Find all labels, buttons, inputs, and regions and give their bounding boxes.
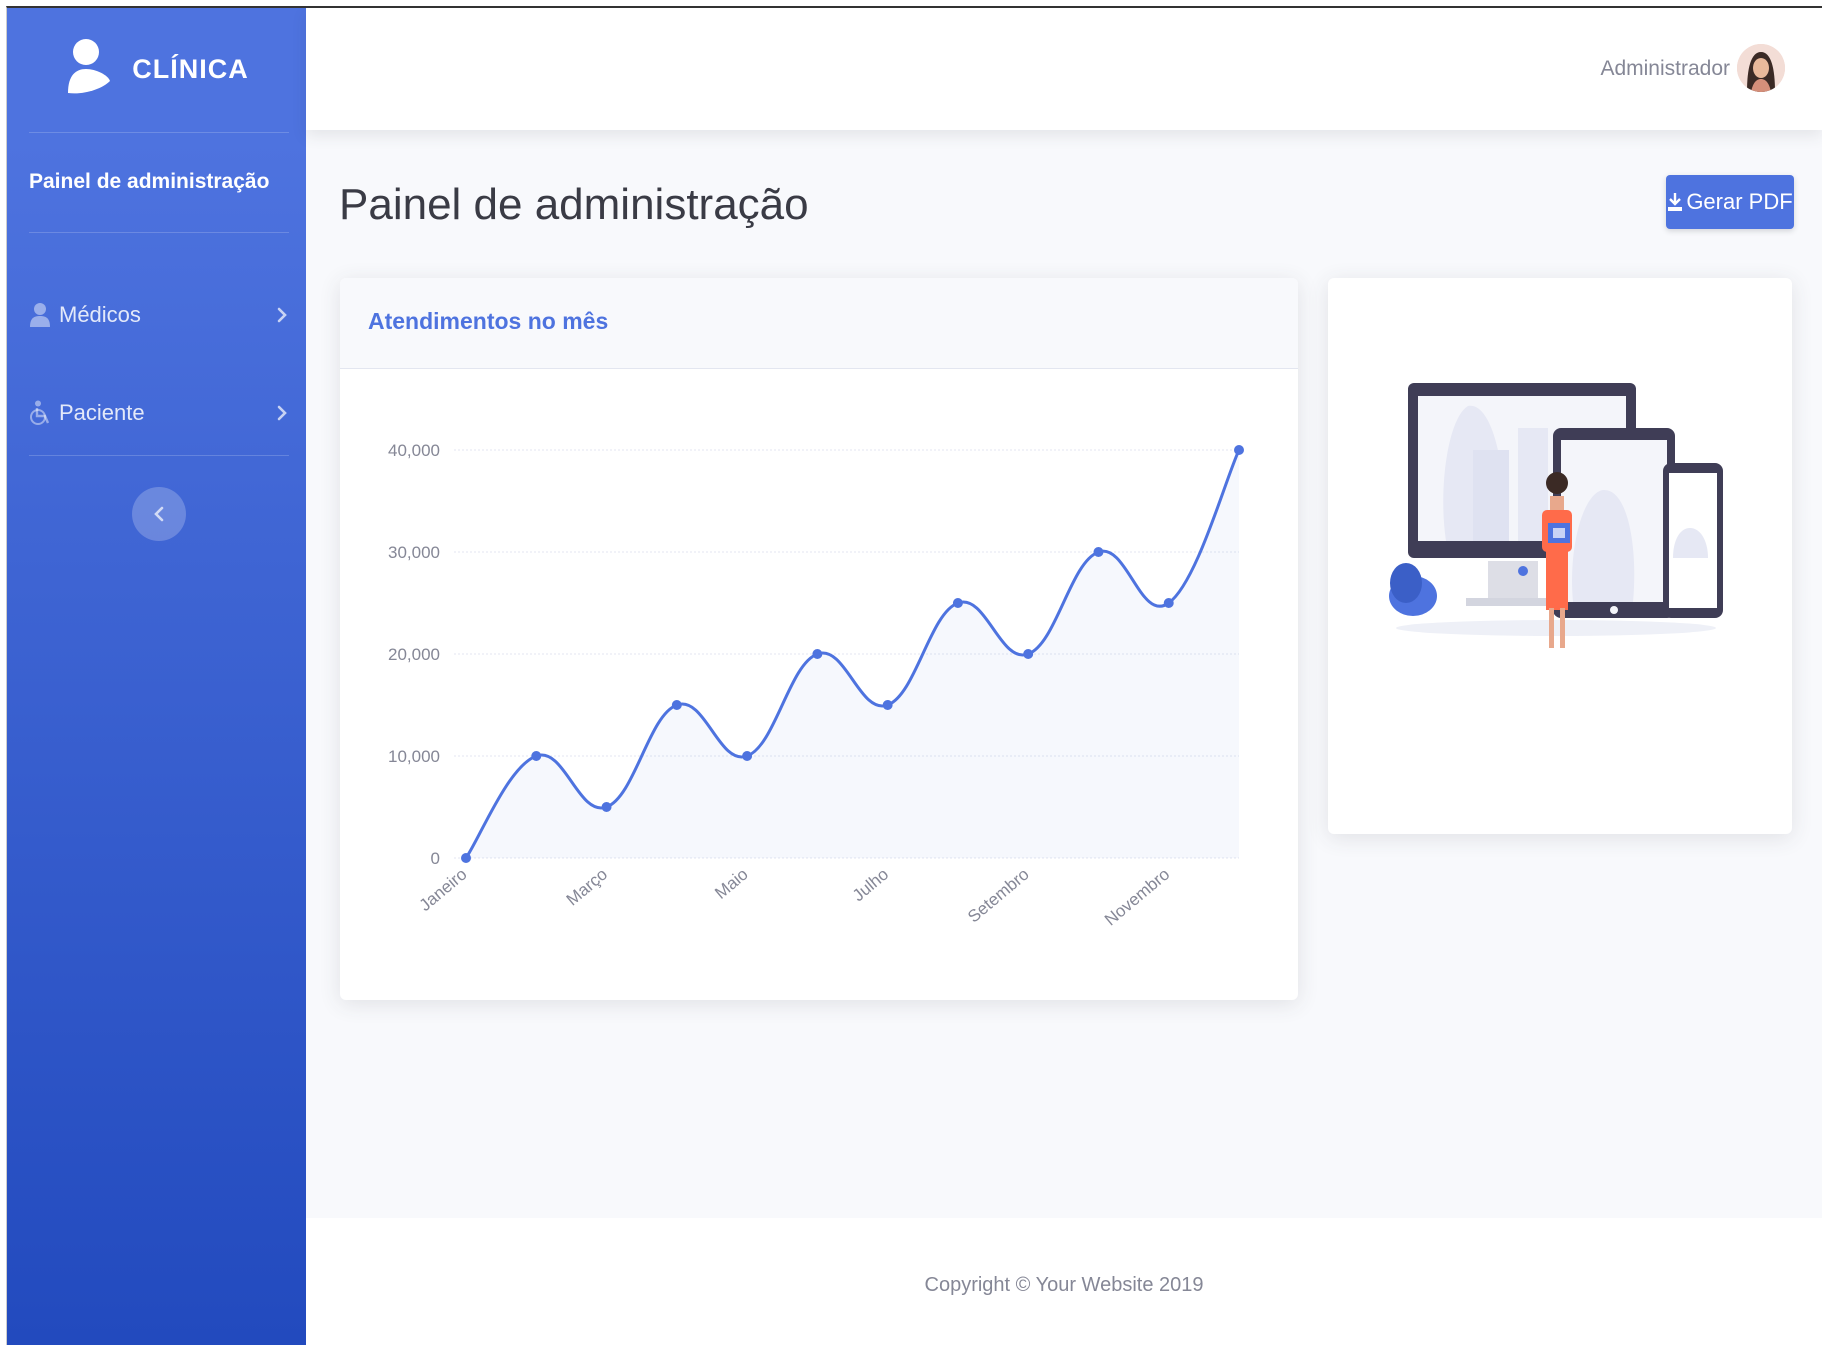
sidebar-divider — [29, 232, 289, 233]
data-point — [1093, 547, 1104, 557]
sidebar-item-label: Médicos — [59, 302, 141, 327]
sidebar-brand[interactable]: CLÍNICA — [7, 8, 306, 130]
user-name[interactable]: Administrador — [1600, 57, 1730, 81]
generate-pdf-label: Gerar PDF — [1686, 189, 1793, 214]
footer: Copyright © Your Website 2019 — [306, 1218, 1822, 1345]
data-point — [671, 700, 682, 710]
data-point — [742, 751, 753, 761]
sidebar-item-dashboard[interactable]: Painel de administração — [29, 170, 269, 194]
app-window: CLÍNICA Painel de administração Médicos … — [6, 6, 1822, 1345]
devices-illustration — [1389, 383, 1723, 648]
y-tick-label: 10,000 — [388, 747, 440, 766]
line-chart: 0 10,000 20,000 30,000 40,000 Janeiro Março Mai… — [388, 441, 1244, 930]
user-md-icon — [30, 303, 50, 327]
x-tick-label: Setembro — [964, 865, 1033, 927]
chevron-right-icon — [277, 405, 287, 421]
data-point — [1234, 445, 1244, 455]
x-tick-label: Maio — [711, 865, 751, 903]
sidebar: CLÍNICA Painel de administração Médicos … — [7, 8, 306, 1345]
data-point — [882, 700, 893, 710]
avatar[interactable] — [1737, 44, 1785, 92]
brand-name: CLÍNICA — [132, 53, 249, 84]
sidebar-divider — [29, 132, 289, 133]
y-tick-label: 20,000 — [388, 645, 440, 664]
x-tick-label: Março — [563, 865, 611, 910]
generate-pdf-button[interactable]: Gerar PDF — [1666, 175, 1794, 229]
x-tick-label: Julho — [849, 865, 892, 906]
sidebar-item-label: Paciente — [59, 400, 145, 425]
user-icon — [68, 39, 111, 94]
y-tick-label: 0 — [431, 849, 440, 868]
sidebar-item-medicos[interactable]: Médicos — [29, 295, 289, 335]
avatar-image — [1737, 44, 1785, 92]
illustration-card — [1328, 278, 1792, 834]
data-point — [601, 802, 612, 812]
x-tick-label: Janeiro — [416, 865, 471, 915]
sidebar-divider — [29, 455, 289, 456]
chevron-right-icon — [277, 307, 287, 323]
data-point — [812, 649, 823, 659]
data-point — [531, 751, 542, 761]
y-tick-label: 30,000 — [388, 543, 440, 562]
download-icon — [1668, 193, 1683, 211]
copyright-text: Copyright © Your Website 2019 — [924, 1274, 1204, 1296]
wheelchair-icon — [30, 400, 50, 425]
y-tick-label: 40,000 — [388, 441, 440, 460]
chart-card: Atendimentos no mês 0 10,000 20,000 30,000 4… — [340, 278, 1298, 1000]
page-title: Painel de administração — [339, 180, 809, 229]
sidebar-toggle-button[interactable] — [132, 487, 186, 541]
data-point — [1163, 598, 1174, 608]
data-point — [952, 598, 963, 608]
chevron-left-icon — [154, 506, 164, 522]
data-point — [1023, 649, 1034, 659]
topbar: Administrador — [306, 8, 1822, 130]
x-tick-label: Novembro — [1101, 865, 1173, 930]
data-point — [461, 853, 471, 863]
sidebar-item-paciente[interactable]: Paciente — [29, 393, 289, 433]
